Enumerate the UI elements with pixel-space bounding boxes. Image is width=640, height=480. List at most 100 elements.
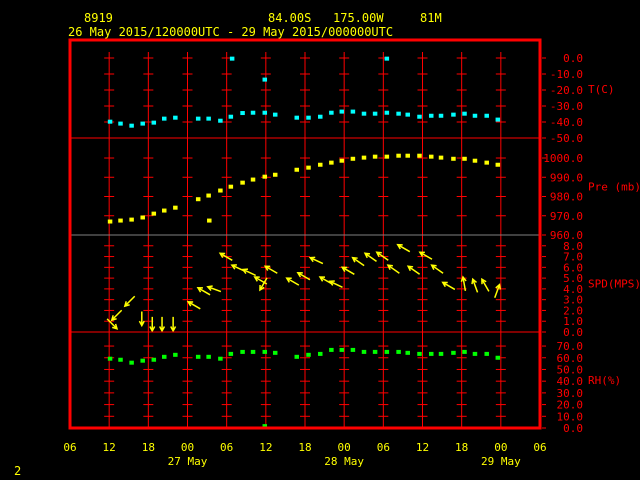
- x-tick-label: 12: [259, 441, 272, 454]
- relative_humidity-point: [240, 349, 245, 354]
- relative_humidity-point: [129, 360, 134, 365]
- pressure-point: [350, 156, 356, 161]
- relative_humidity-point: [329, 347, 334, 352]
- relative_humidity-point: [484, 351, 489, 356]
- temperature-point: [250, 110, 256, 115]
- relative_humidity-point: [107, 356, 113, 361]
- temperature-point: [118, 121, 123, 126]
- wind-arrow: [328, 280, 343, 288]
- relative_humidity-point: [462, 349, 467, 354]
- relative_humidity-point: [306, 352, 311, 357]
- temperature-point: [384, 56, 390, 61]
- relative_humidity-point: [495, 355, 501, 360]
- relative_humidity-point: [272, 350, 278, 355]
- y-tick-label: 970.0: [550, 210, 583, 223]
- temperature-point: [151, 120, 157, 125]
- temperature-point: [240, 111, 245, 116]
- relative_humidity-point: [405, 350, 410, 355]
- temperature-point: [417, 114, 422, 119]
- pressure-point: [151, 211, 157, 216]
- wind-arrow: [285, 277, 300, 286]
- temperature-point: [228, 114, 234, 119]
- pressure-point: [173, 205, 178, 210]
- temperature-point: [129, 123, 134, 128]
- wind-arrow: [494, 283, 502, 298]
- temperature-point: [262, 77, 268, 82]
- x-tick-label: 18: [298, 441, 311, 454]
- relative_humidity-point: [228, 351, 234, 356]
- temperature-point: [218, 118, 223, 123]
- y-tick-label: -10.0: [550, 68, 583, 81]
- wind-arrow: [206, 285, 222, 293]
- wind-arrow: [296, 271, 311, 281]
- relative_humidity-point: [361, 349, 367, 354]
- wind-arrow: [149, 316, 156, 333]
- panel-label-wind_speed: SPD(MPS): [588, 278, 640, 291]
- wind-arrow: [196, 287, 211, 296]
- temperature-point: [229, 56, 235, 61]
- relative_humidity-point: [294, 354, 300, 359]
- x-tick-label: 00: [181, 441, 194, 454]
- temperature-point: [495, 117, 501, 122]
- y-tick-label: -20.0: [550, 84, 583, 97]
- x-tick-label: 00: [338, 441, 351, 454]
- panel-label-temperature: T(C): [588, 83, 615, 96]
- wind-arrow: [418, 251, 433, 260]
- relative_humidity-point: [417, 351, 422, 356]
- relative_humidity-point: [428, 351, 434, 356]
- relative_humidity-point: [218, 356, 223, 361]
- y-tick-label: 0.0: [563, 52, 583, 65]
- y-tick-label: -40.0: [550, 116, 583, 129]
- temperature-point: [405, 112, 410, 117]
- temperature-point: [306, 115, 311, 120]
- x-tick-label: 12: [416, 441, 429, 454]
- relative_humidity-point: [451, 350, 456, 355]
- pressure-point: [218, 188, 223, 193]
- wind-arrow: [386, 264, 400, 274]
- pressure-point: [372, 154, 378, 159]
- relative_humidity-point: [372, 349, 378, 354]
- pressure-point: [140, 215, 145, 220]
- pressure-point: [272, 172, 278, 177]
- relative_humidity-point: [195, 354, 201, 359]
- pressure-point: [384, 154, 390, 159]
- panel-label-relative_humidity: RH(%): [588, 374, 621, 387]
- temperature-point: [262, 110, 268, 115]
- date-label: 27 May: [168, 455, 208, 468]
- wind-arrow: [158, 316, 166, 333]
- y-tick-label: -30.0: [550, 100, 583, 113]
- relative_humidity-point: [118, 357, 123, 362]
- pressure-point: [484, 160, 489, 165]
- temperature-point: [318, 114, 323, 119]
- panel-label-pressure: Pre (mb): [588, 181, 640, 194]
- temperature-point: [384, 110, 390, 115]
- temperature-point: [428, 113, 434, 118]
- wind-arrow: [241, 268, 256, 277]
- y-tick-label: 0.0: [563, 422, 583, 435]
- wind-arrow: [308, 256, 324, 265]
- temperature-point: [451, 112, 456, 117]
- relative_humidity-point: [162, 354, 167, 359]
- relative_humidity-point: [384, 349, 390, 354]
- pressure-point: [195, 197, 201, 202]
- pressure-point: [294, 167, 300, 172]
- temperature-point: [396, 111, 401, 116]
- relative_humidity-point: [318, 351, 323, 356]
- y-tick-label: 0.0: [563, 326, 583, 339]
- pressure-point: [318, 162, 323, 167]
- wind-arrow: [430, 264, 444, 274]
- temperature-point: [294, 115, 300, 120]
- temperature-point: [438, 113, 444, 118]
- pressure-point: [438, 155, 444, 160]
- wind-arrow: [110, 309, 123, 322]
- pressure-point: [206, 193, 211, 198]
- wind-arrow: [351, 256, 365, 267]
- temperature-point: [140, 121, 145, 126]
- temperature-point: [361, 111, 367, 116]
- temperature-point: [484, 113, 489, 118]
- x-tick-label: 06: [533, 441, 546, 454]
- relative_humidity-point: [396, 349, 401, 354]
- pressure-point: [207, 218, 212, 223]
- pressure-point: [472, 158, 478, 163]
- temperature-point: [462, 111, 467, 116]
